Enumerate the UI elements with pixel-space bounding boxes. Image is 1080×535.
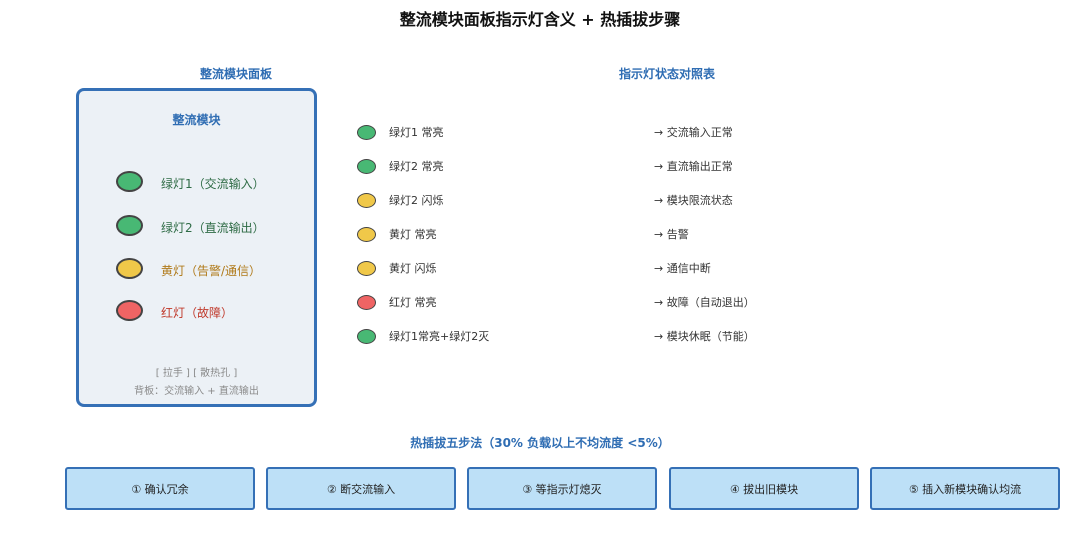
status-led-icon (357, 159, 376, 174)
panel-led-label: 绿灯1（交流输入） (161, 177, 265, 191)
status-meaning: → 交流输入正常 (654, 126, 733, 139)
status-meaning: → 模块休眠（节能） (654, 330, 755, 343)
panel-title: 整流模块 (172, 113, 221, 127)
panel-led-label: 红灯（故障） (161, 306, 234, 320)
status-meaning: → 故障（自动退出） (654, 296, 755, 309)
yellow-led-icon (116, 258, 143, 279)
panel-foot-handle-vents: [ 拉手 ] [ 散热孔 ] (155, 368, 238, 379)
panel-led-row (116, 215, 143, 236)
step-box-1: ① 确认冗余 (65, 467, 255, 510)
rectifier-module-panel: 整流模块 绿灯1（交流输入） 绿灯2（直流输出） 黄灯（告警/通信） 红灯（故障… (76, 88, 317, 407)
status-meaning: → 直流输出正常 (654, 160, 733, 173)
status-led-icon (357, 193, 376, 208)
step-box-5: ⑤ 插入新模块确认均流 (870, 467, 1060, 510)
status-led-icon (357, 261, 376, 276)
status-meaning: → 通信中断 (654, 262, 711, 275)
panel-led-row (116, 258, 143, 279)
status-state: 绿灯1 常亮 (389, 126, 444, 139)
status-led-icon (357, 329, 376, 344)
panel-led-label: 绿灯2（直流输出） (161, 221, 265, 235)
diagram-title: 整流模块面板指示灯含义 + 热插拔步骤 (399, 10, 681, 29)
green-led-2-icon (116, 215, 143, 236)
panel-led-row (116, 171, 143, 192)
green-led-1-icon (116, 171, 143, 192)
status-state: 黄灯 闪烁 (389, 262, 437, 275)
red-led-icon (116, 300, 143, 321)
status-state: 绿灯2 常亮 (389, 160, 444, 173)
panel-foot-backplane: 背板：交流输入 + 直流输出 (134, 386, 259, 397)
step-box-2: ② 断交流输入 (266, 467, 456, 510)
panel-heading: 整流模块面板 (199, 67, 272, 81)
table-heading: 指示灯状态对照表 (618, 67, 715, 81)
status-led-icon (357, 125, 376, 140)
status-state: 绿灯1常亮+绿灯2灭 (389, 330, 490, 343)
status-state: 红灯 常亮 (389, 296, 437, 309)
status-meaning: → 模块限流状态 (654, 194, 733, 207)
status-state: 绿灯2 闪烁 (389, 194, 444, 207)
status-meaning: → 告警 (654, 228, 689, 241)
status-state: 黄灯 常亮 (389, 228, 437, 241)
status-led-icon (357, 227, 376, 242)
panel-led-label: 黄灯（告警/通信） (161, 264, 262, 278)
status-led-icon (357, 295, 376, 310)
step-box-3: ③ 等指示灯熄灭 (467, 467, 657, 510)
step-box-4: ④ 拔出旧模块 (669, 467, 859, 510)
panel-led-row (116, 300, 143, 321)
steps-heading: 热插拔五步法（30% 负载以上不均流度 <5%） (410, 436, 670, 450)
